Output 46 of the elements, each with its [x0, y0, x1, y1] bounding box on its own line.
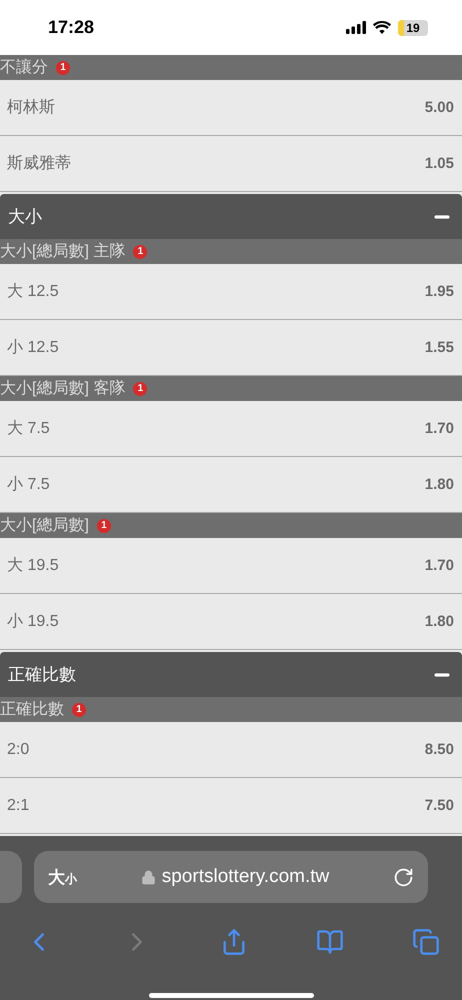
section-title: 正確比數: [8, 664, 76, 686]
address-bar[interactable]: 大小 sportslottery.com.tw: [34, 851, 428, 903]
outcome-label: 小 19.5: [7, 612, 59, 632]
clock-time: 17:28: [48, 17, 94, 38]
odds-value: 1.70: [424, 557, 454, 574]
odds-value: 1.80: [424, 476, 454, 493]
outcome-label: 2:1: [7, 796, 30, 814]
market-title: 大小[總局數] 客隊: [0, 378, 126, 399]
count-badge: 1: [96, 518, 111, 532]
lock-icon: [140, 870, 156, 884]
odds-value: 8.50: [424, 741, 454, 758]
url-text: sportslottery.com.tw: [162, 866, 330, 888]
count-badge: 1: [133, 244, 148, 258]
outcome-label: 大 19.5: [7, 556, 59, 576]
odds-value: 1.05: [424, 155, 454, 172]
market-title: 大小[總局數] 主隊: [0, 242, 126, 262]
reload-icon[interactable]: [393, 866, 414, 888]
battery-level: 19: [406, 20, 420, 34]
odds-value: 1.70: [424, 420, 454, 437]
tab-preview[interactable]: [0, 851, 22, 903]
odds-value: 1.80: [424, 613, 454, 630]
outcome-label: 大 12.5: [7, 282, 59, 302]
outcome-label: 2:0: [7, 740, 30, 758]
tabs-icon[interactable]: [412, 928, 440, 956]
odds-value: 1.55: [424, 339, 454, 356]
odds-value: 7.50: [424, 797, 454, 814]
text-size-button[interactable]: 大小: [48, 866, 77, 888]
outcome-label: 小 7.5: [7, 474, 50, 495]
section-title: 大小: [8, 206, 42, 228]
outcome-label: 小 12.5: [7, 338, 59, 358]
odds-value: 1.95: [424, 283, 454, 300]
signal-icon: [346, 21, 366, 34]
market-title: 大小[總局數]: [0, 516, 89, 536]
odds-value: 5.00: [424, 99, 454, 116]
count-badge: 1: [133, 382, 148, 396]
count-badge: 1: [72, 702, 86, 716]
outcome-label: 斯威雅蒂: [7, 154, 71, 174]
market-title: 不讓分: [0, 58, 48, 78]
section-header[interactable]: 正確比數: [0, 652, 462, 697]
wifi-icon: [373, 21, 391, 34]
outcome-label: 柯林斯: [7, 98, 55, 118]
bookmarks-icon[interactable]: [316, 928, 344, 956]
market-title: 正確比數: [0, 700, 64, 720]
section-header[interactable]: 大小: [0, 194, 462, 239]
outcome-label: 大 7.5: [7, 418, 50, 439]
count-badge: 1: [56, 60, 70, 74]
